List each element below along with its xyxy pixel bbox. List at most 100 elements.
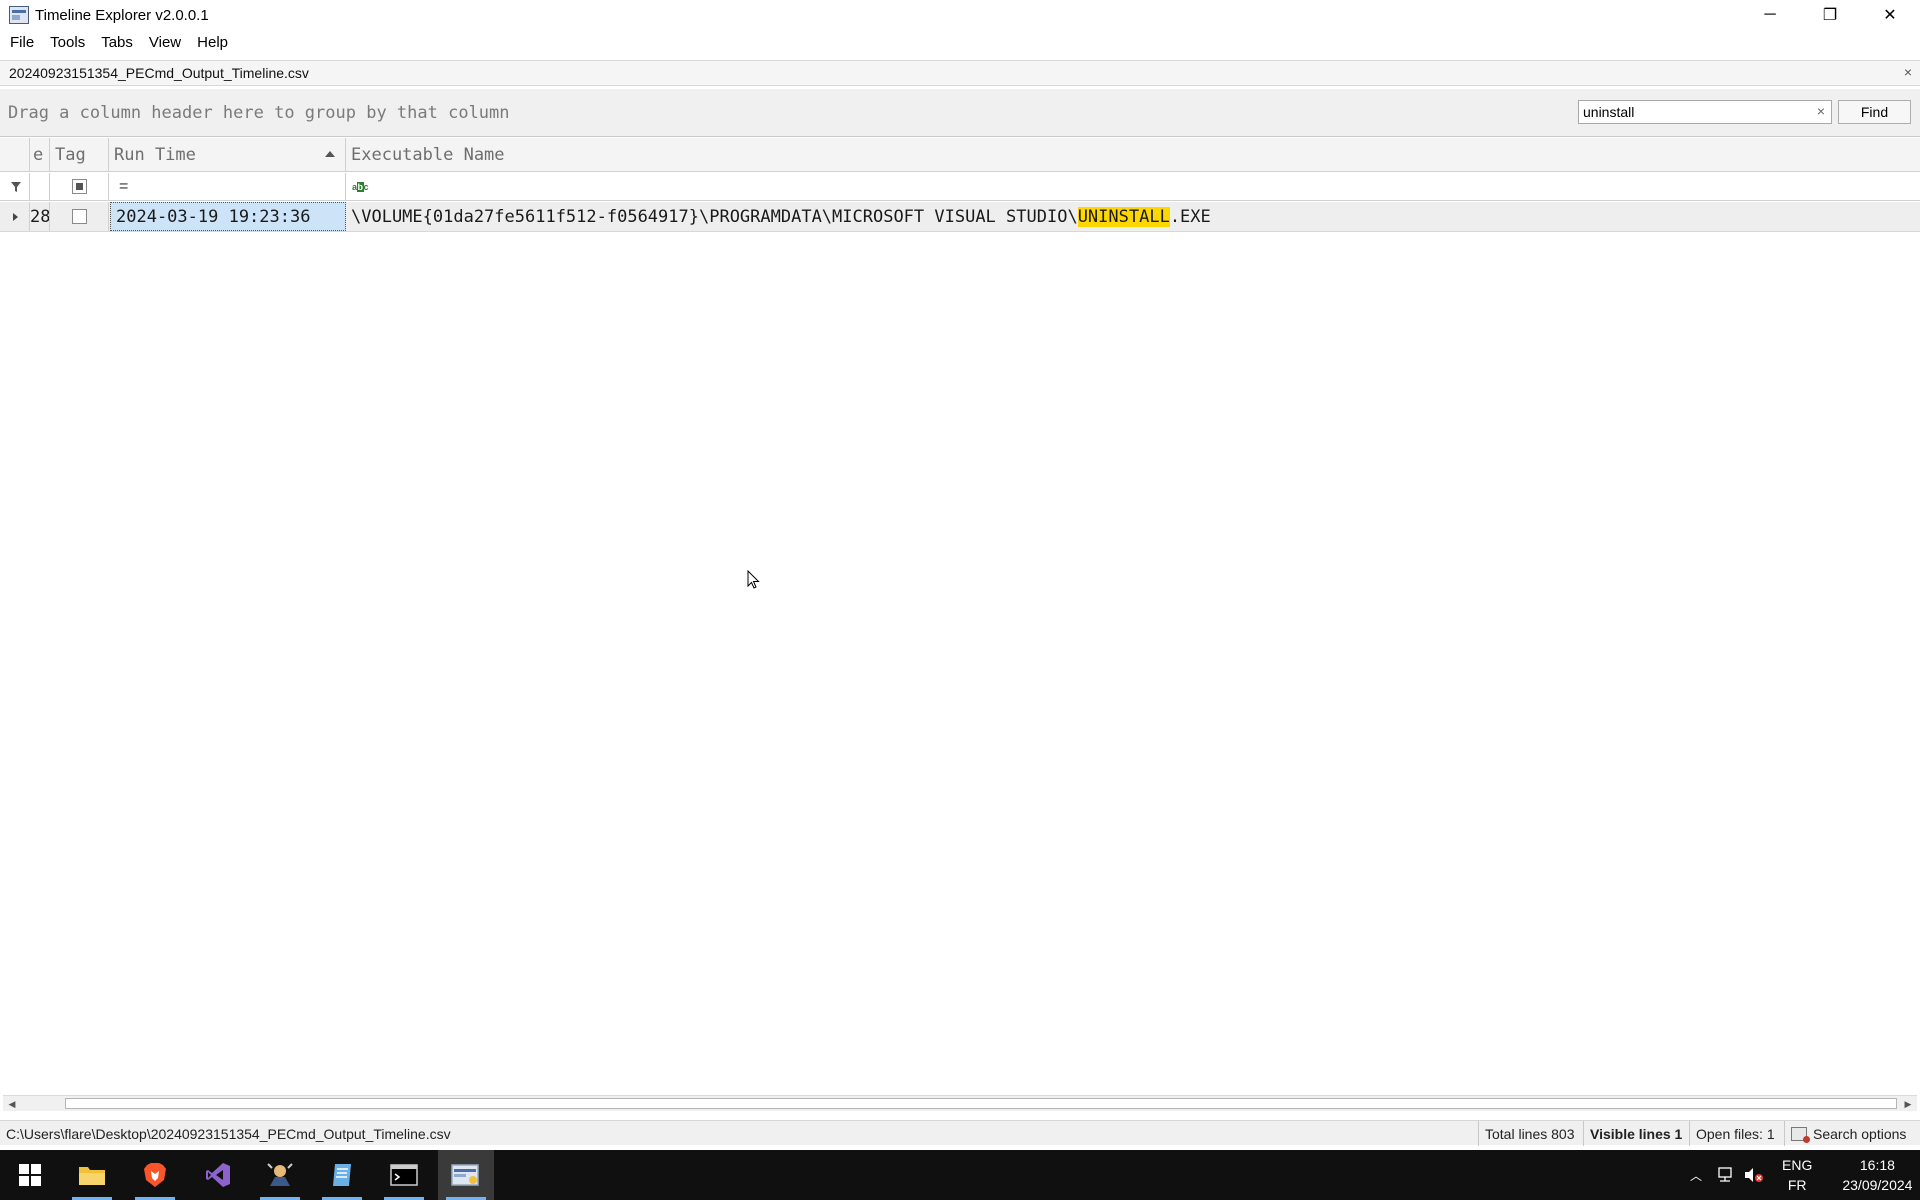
clock-date: 23/09/2024 [1842, 1177, 1913, 1193]
document-tab-label: 20240923151354_PECmd_Output_Timeline.csv [9, 65, 309, 81]
mouse-cursor-icon [747, 570, 760, 589]
column-header-row: e Tag Run Time Executable Name [0, 138, 1920, 172]
sort-ascending-icon [325, 151, 335, 157]
tag-filter-checkbox[interactable] [71, 179, 87, 194]
timeline-explorer-icon [451, 1164, 479, 1186]
menu-file[interactable]: File [2, 30, 42, 56]
cell-tag[interactable] [50, 202, 109, 231]
status-open-files-text: Open files: 1 [1696, 1125, 1775, 1142]
status-visible-lines: Visible lines 1 [1583, 1121, 1688, 1146]
row-pointer-icon [13, 212, 18, 221]
language-secondary: FR [1787, 1177, 1807, 1193]
system-tray: ︿ ENG FR 16:18 23/09/2024 [1690, 1150, 1912, 1200]
cell-run-time-text: 2024-03-19 19:23:36 [116, 206, 311, 227]
taskbar-file-explorer[interactable] [64, 1150, 120, 1200]
cell-line[interactable]: 28 [30, 202, 50, 231]
title-bar: Timeline Explorer v2.0.0.1 ─ ❐ ✕ [0, 0, 1920, 30]
horizontal-scrollbar[interactable]: ◀ ▶ [3, 1095, 1917, 1111]
timeline-explorer-app-icon [9, 6, 29, 24]
row-indicator [0, 202, 30, 231]
filter-cell-run-time[interactable]: = [109, 173, 346, 200]
language-primary: ENG [1782, 1157, 1813, 1173]
scroll-right-icon[interactable]: ▶ [1901, 1098, 1915, 1110]
status-total-lines: Total lines 803 [1478, 1121, 1581, 1146]
cell-line-text: 28 [30, 206, 50, 227]
filter-icon [11, 181, 21, 192]
tag-checkbox[interactable] [71, 209, 87, 224]
find-button[interactable]: Find [1838, 100, 1911, 124]
row-indicator-header [0, 138, 30, 171]
column-header-tag[interactable]: Tag [50, 138, 109, 171]
status-open-files: Open files: 1 [1689, 1121, 1781, 1146]
visual-studio-icon [206, 1163, 230, 1187]
taskbar-visual-studio[interactable] [190, 1150, 246, 1200]
column-header-line-label: e [33, 144, 44, 165]
taskbar-ida[interactable] [252, 1150, 308, 1200]
ida-icon [267, 1163, 293, 1186]
column-header-line[interactable]: e [30, 138, 50, 171]
taskbar-terminal[interactable] [376, 1150, 432, 1200]
search-options-button[interactable]: Search options [1784, 1121, 1912, 1146]
menu-tools[interactable]: Tools [42, 30, 93, 56]
restore-button[interactable]: ❐ [1800, 0, 1860, 30]
file-explorer-icon [79, 1167, 105, 1185]
column-header-run-time[interactable]: Run Time [109, 138, 346, 171]
start-icon [19, 1164, 41, 1186]
filter-cell-tag[interactable] [50, 173, 109, 200]
column-header-executable-name-label: Executable Name [351, 144, 505, 165]
status-visible-lines-text: Visible lines 1 [1590, 1125, 1683, 1142]
clock-time: 16:18 [1859, 1157, 1895, 1173]
menu-help[interactable]: Help [189, 30, 236, 56]
search-match-highlight: UNINSTALL [1077, 206, 1170, 227]
window-controls: ─ ❐ ✕ [1740, 0, 1920, 30]
show-hidden-icons-chevron-icon[interactable]: ︿ [1690, 1167, 1702, 1184]
status-file-path: C:\Users\flare\Desktop\20240923151354_PE… [6, 1126, 451, 1142]
minimize-button[interactable]: ─ [1740, 0, 1800, 30]
close-window-button[interactable]: ✕ [1860, 0, 1920, 30]
taskbar: ︿ ENG FR 16:18 23/09/2024 [0, 1150, 1920, 1200]
input-language-indicator[interactable]: ENG FR [1782, 1155, 1812, 1195]
column-header-executable-name[interactable]: Executable Name [346, 138, 1920, 171]
group-by-hint: Drag a column header here to group by th… [8, 103, 510, 123]
column-header-tag-label: Tag [55, 144, 86, 165]
search-input[interactable] [1579, 101, 1799, 123]
brave-browser-icon [144, 1163, 166, 1187]
filter-cell-line[interactable] [30, 173, 50, 200]
menu-bar: File Tools Tabs View Help [0, 30, 1920, 56]
abc-filter-icon: abc [352, 181, 369, 192]
taskbar-brave[interactable] [127, 1150, 183, 1200]
table-row[interactable]: 28 2024-03-19 19:23:36 \VOLUME{01da27fe5… [0, 202, 1920, 232]
filter-row: = abc [0, 173, 1920, 201]
clock[interactable]: 16:18 23/09/2024 [1842, 1155, 1912, 1195]
document-tab[interactable]: 20240923151354_PECmd_Output_Timeline.csv… [0, 60, 1920, 86]
status-total-lines-text: Total lines 803 [1485, 1125, 1575, 1142]
filter-row-indicator [0, 173, 30, 200]
clear-search-icon[interactable]: × [1817, 103, 1825, 119]
cell-run-time[interactable]: 2024-03-19 19:23:36 [110, 202, 346, 231]
volume-muted-icon[interactable] [1744, 1167, 1764, 1183]
menu-view[interactable]: View [141, 30, 189, 56]
start-button[interactable] [2, 1150, 58, 1200]
search-options-label: Search options [1813, 1125, 1907, 1142]
taskbar-notepad[interactable] [314, 1150, 370, 1200]
menu-tabs[interactable]: Tabs [93, 30, 141, 56]
close-tab-icon[interactable]: × [1904, 64, 1912, 80]
search-options-icon [1791, 1126, 1810, 1143]
notepad-icon [333, 1164, 351, 1186]
filter-cell-executable-name[interactable]: abc [346, 173, 1920, 200]
column-header-run-time-label: Run Time [114, 144, 196, 165]
network-icon[interactable] [1716, 1167, 1734, 1183]
cell-executable-name[interactable]: \VOLUME{01da27fe5611f512-f0564917}\PROGR… [346, 202, 1920, 231]
exe-path-prefix: \VOLUME{01da27fe5611f512-f0564917}\PROGR… [351, 206, 1078, 227]
scrollbar-thumb[interactable] [65, 1098, 1897, 1109]
data-grid: e Tag Run Time Executable Name = abc 28 … [0, 138, 1920, 1094]
status-bar: C:\Users\flare\Desktop\20240923151354_PE… [0, 1120, 1920, 1146]
search-box[interactable]: × [1578, 100, 1832, 124]
terminal-icon [390, 1164, 418, 1186]
taskbar-timeline-explorer[interactable] [438, 1150, 494, 1200]
equals-operator-icon: = [119, 177, 129, 195]
window-title: Timeline Explorer v2.0.0.1 [35, 6, 209, 24]
exe-path-suffix: .EXE [1169, 206, 1211, 227]
scroll-left-icon[interactable]: ◀ [5, 1098, 19, 1110]
cell-executable-name-text: \VOLUME{01da27fe5611f512-f0564917}\PROGR… [346, 206, 1211, 227]
